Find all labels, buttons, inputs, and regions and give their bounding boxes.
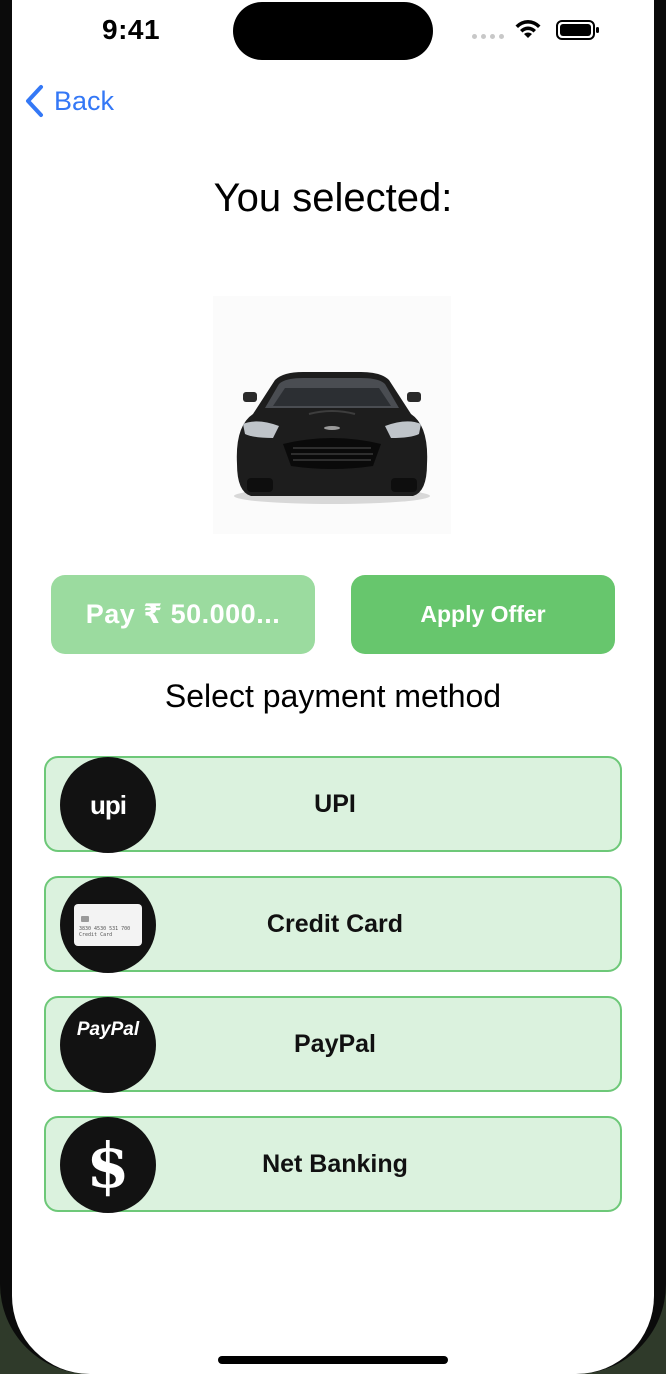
payment-option-credit-card[interactable]: Credit Card 3830 4530 531 700 Credit Car… (44, 876, 622, 973)
upi-icon-text: upi (90, 789, 127, 820)
cellular-signal-icon (472, 34, 504, 39)
pay-button[interactable]: Pay ₹ 50.000... (51, 575, 315, 654)
apply-offer-button[interactable]: Apply Offer (351, 575, 615, 654)
battery-icon (556, 20, 599, 40)
status-time: 9:41 (102, 14, 161, 45)
paypal-icon-text: PayPal (76, 1019, 140, 1040)
card-caption: Credit Card (79, 932, 113, 938)
section-heading: Select payment method (164, 678, 502, 714)
paypal-icon: PayPal (60, 997, 156, 1093)
credit-card-icon: 3830 4530 531 700 Credit Card (60, 877, 156, 973)
chevron-left-icon (26, 85, 43, 117)
back-label: Back (54, 85, 115, 116)
dynamic-island (233, 2, 433, 60)
upi-icon: upi (60, 757, 156, 853)
payment-option-upi[interactable]: UPI upi (44, 756, 622, 853)
payment-option-paypal[interactable]: PayPal PayPal (44, 996, 622, 1093)
app-screen: 9:41 Back You selected: Pay ₹ 50.000... … (12, 0, 654, 1374)
home-indicator[interactable] (218, 1356, 448, 1364)
payment-option-net-banking[interactable]: Net Banking $ (44, 1116, 622, 1213)
page-title: You selected: (213, 176, 453, 220)
dollar-icon: $ (60, 1117, 156, 1213)
dollar-icon-text: $ (86, 1128, 130, 1202)
sports-car-image (213, 296, 451, 534)
wifi-icon (515, 20, 541, 38)
back-button[interactable]: Back (24, 84, 114, 118)
